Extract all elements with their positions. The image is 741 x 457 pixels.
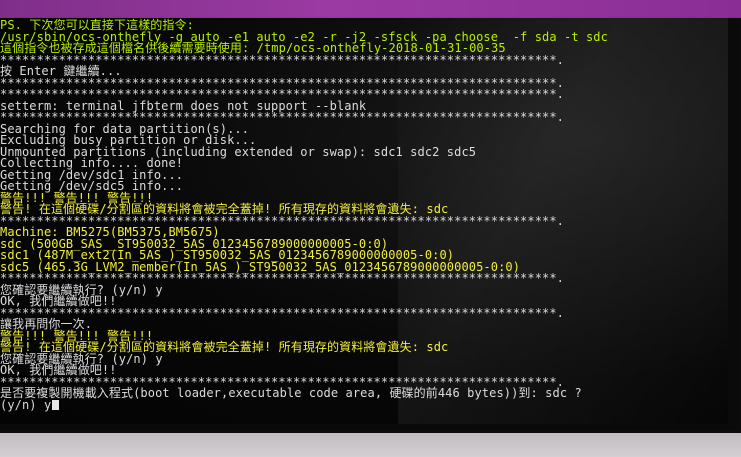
cursor-icon [52, 399, 60, 410]
desk-surface [0, 433, 741, 457]
terminal-prompt-text: (y/n) y [0, 397, 52, 412]
photo-background: PS. 下次您可以直接下這樣的指令: /usr/sbin/ocs-onthefl… [0, 0, 741, 457]
terminal-line: 是否要複製開機載入程式(boot loader,executable code … [0, 386, 582, 400]
monitor: PS. 下次您可以直接下這樣的指令: /usr/sbin/ocs-onthefl… [0, 18, 741, 436]
terminal-output: PS. 下次您可以直接下這樣的指令: /usr/sbin/ocs-onthefl… [0, 19, 608, 412]
terminal-screen[interactable]: PS. 下次您可以直接下這樣的指令: /usr/sbin/ocs-onthefl… [0, 18, 728, 424]
terminal-prompt-line[interactable]: (y/n) y [0, 397, 608, 412]
